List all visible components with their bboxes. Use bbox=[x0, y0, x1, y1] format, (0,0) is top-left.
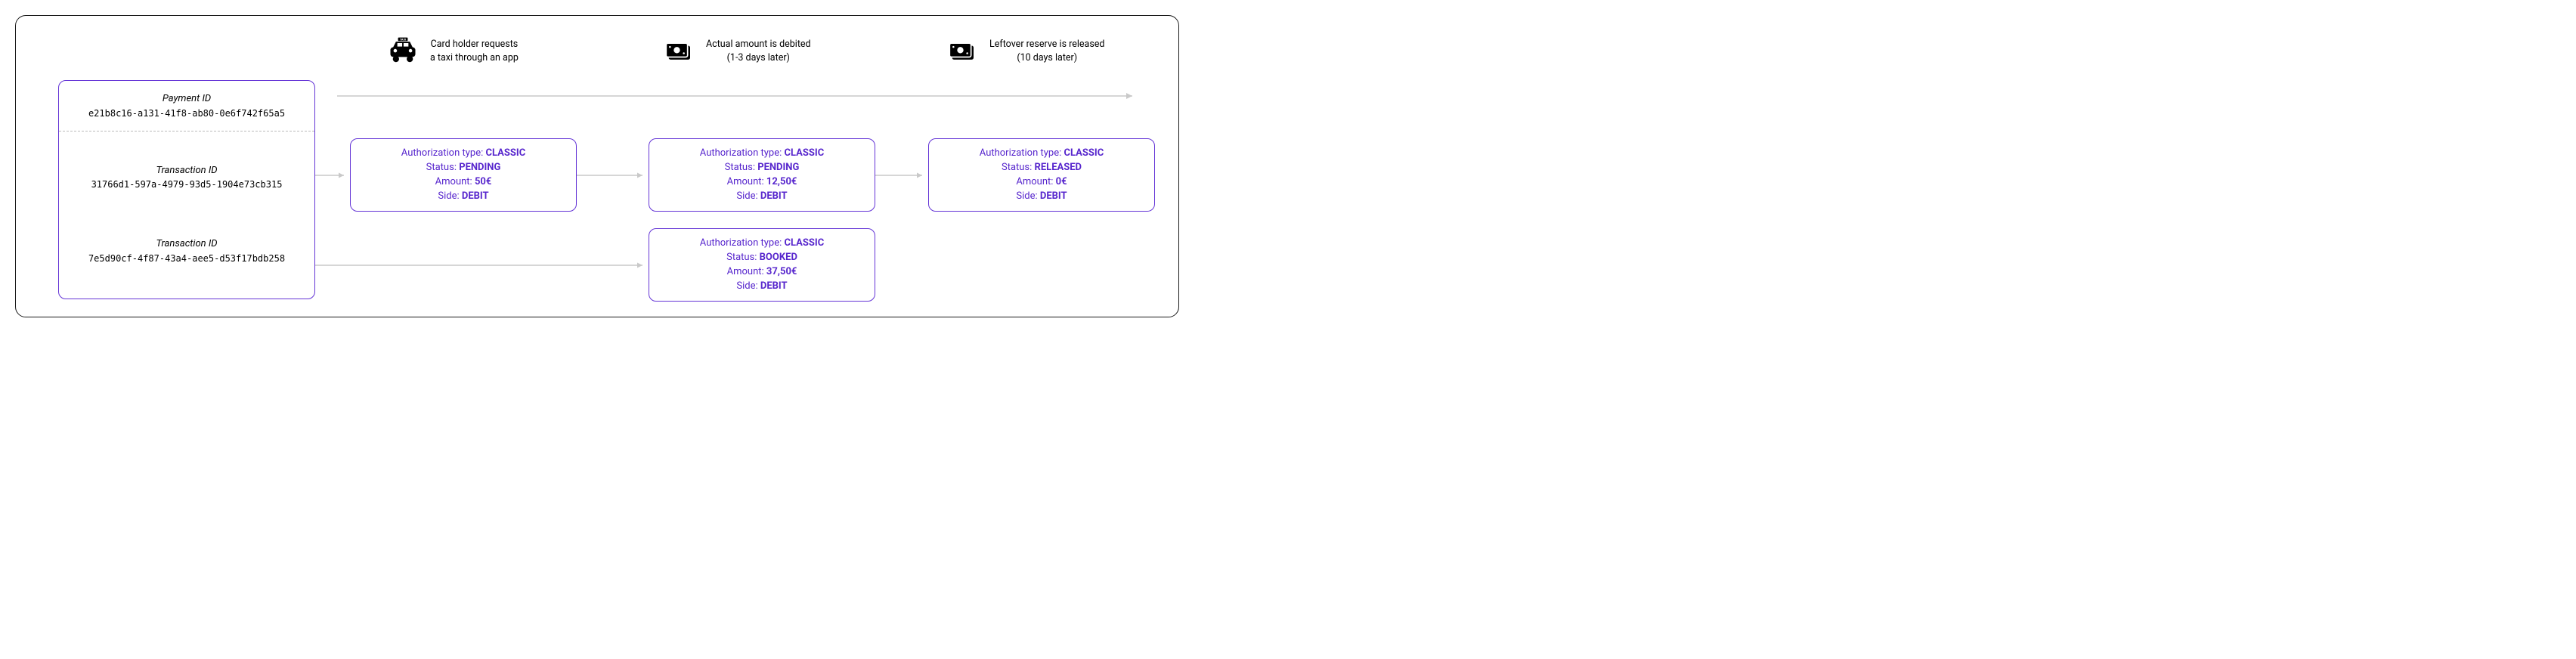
transaction1-value: 31766d1-597a-4979-93d5-1904e73cb315 bbox=[67, 178, 307, 191]
payment-lifecycle-diagram: Payment ID e21b8c16-a131-41f8-ab80-0e6f7… bbox=[15, 15, 1179, 317]
event-reserve-released: Leftover reserve is released (10 days la… bbox=[946, 37, 1104, 66]
event2-line2: (1-3 days later) bbox=[706, 51, 811, 65]
payment-id-section: Payment ID e21b8c16-a131-41f8-ab80-0e6f7… bbox=[59, 81, 314, 131]
payment-id-value: e21b8c16-a131-41f8-ab80-0e6f742f65a5 bbox=[67, 107, 307, 120]
auth-card-booked: Authorization type: CLASSIC Status: BOOK… bbox=[649, 228, 875, 302]
transaction1-label: Transaction ID bbox=[67, 163, 307, 178]
taxi-icon: TAXI bbox=[386, 37, 420, 66]
money-icon bbox=[662, 37, 695, 66]
auth-card-released: Authorization type: CLASSIC Status: RELE… bbox=[928, 138, 1155, 212]
transaction1-section: Transaction ID 31766d1-597a-4979-93d5-19… bbox=[59, 131, 314, 224]
event1-line2: a taxi through an app bbox=[430, 51, 519, 65]
timeline-arrow bbox=[337, 87, 1138, 91]
transaction2-section: Transaction ID 7e5d90cf-4f87-43a4-aee5-d… bbox=[59, 223, 314, 279]
auth-card-initial: Authorization type: CLASSIC Status: PEND… bbox=[350, 138, 577, 212]
payment-id-label: Payment ID bbox=[67, 91, 307, 107]
event3-line1: Leftover reserve is released bbox=[989, 38, 1104, 51]
event1-line1: Card holder requests bbox=[430, 38, 519, 51]
connector-arrow bbox=[577, 166, 649, 171]
event3-line2: (10 days later) bbox=[989, 51, 1104, 65]
connector-arrow bbox=[315, 256, 649, 261]
connector-arrow bbox=[315, 166, 350, 171]
svg-text:TAXI: TAXI bbox=[400, 39, 406, 42]
transaction2-label: Transaction ID bbox=[67, 237, 307, 252]
event-amount-debited: Actual amount is debited (1-3 days later… bbox=[662, 37, 811, 66]
id-panel: Payment ID e21b8c16-a131-41f8-ab80-0e6f7… bbox=[58, 80, 315, 299]
money-icon bbox=[946, 37, 979, 66]
event2-line1: Actual amount is debited bbox=[706, 38, 811, 51]
connector-arrow bbox=[875, 166, 928, 171]
transaction2-value: 7e5d90cf-4f87-43a4-aee5-d53f17bdb258 bbox=[67, 252, 307, 265]
auth-card-debited: Authorization type: CLASSIC Status: PEND… bbox=[649, 138, 875, 212]
event-request-taxi: TAXI Card holder requests a taxi through… bbox=[386, 37, 519, 66]
